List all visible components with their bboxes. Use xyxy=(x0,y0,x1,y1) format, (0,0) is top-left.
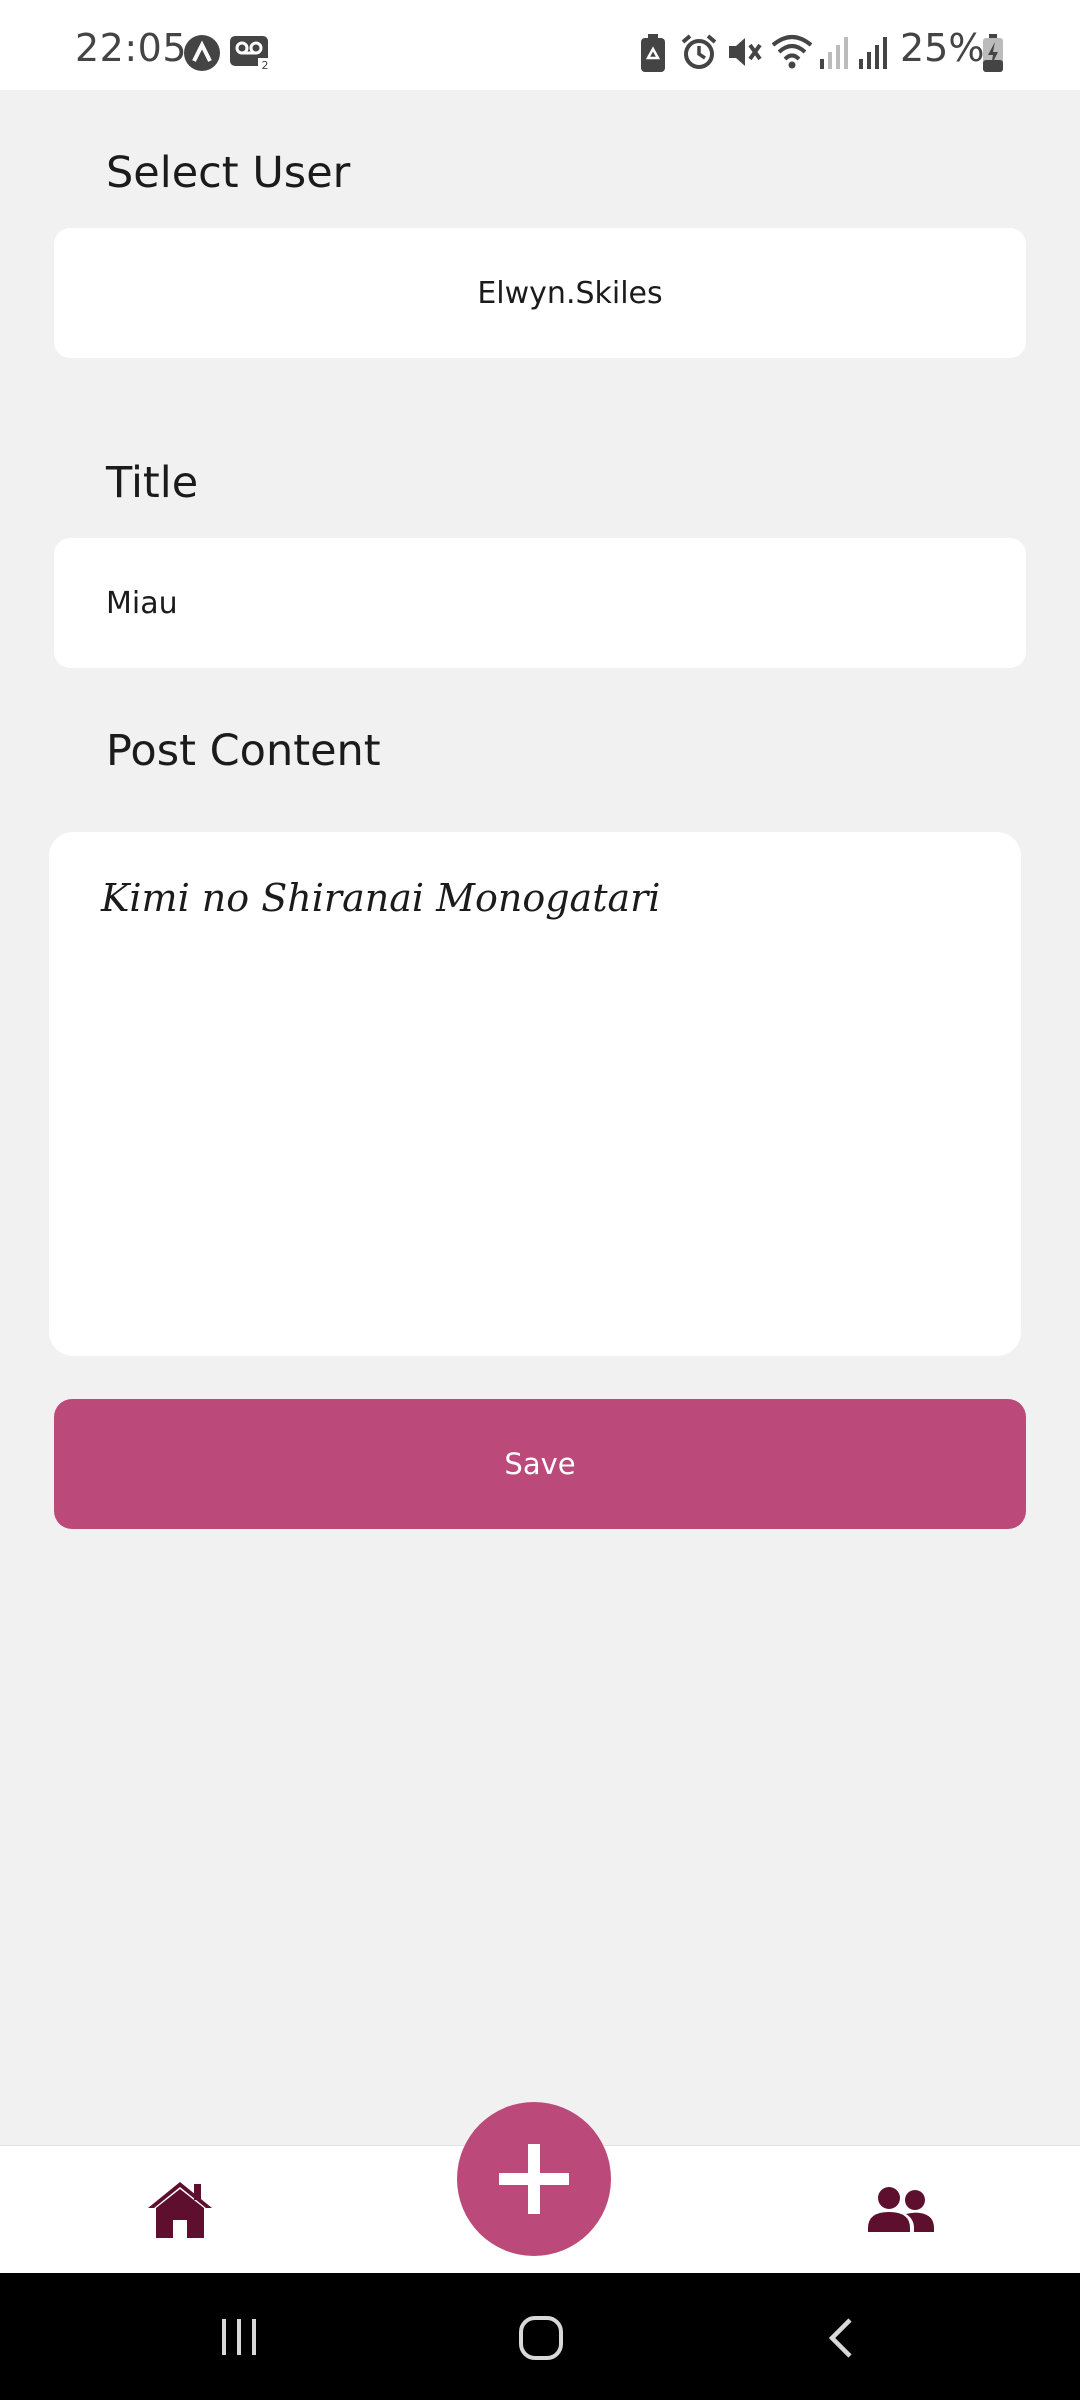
battery-charging-icon xyxy=(983,34,1003,72)
signal-icon xyxy=(820,37,848,69)
users-icon[interactable] xyxy=(866,2184,936,2236)
save-button[interactable]: Save xyxy=(54,1399,1026,1529)
post-content-label: Post Content xyxy=(106,726,381,776)
status-time: 22:05 xyxy=(75,26,188,70)
svg-text:2: 2 xyxy=(262,59,269,70)
user-select[interactable]: Elwyn.Skiles xyxy=(54,228,1026,358)
wifi-icon xyxy=(771,35,813,69)
home-button-icon[interactable] xyxy=(518,2315,564,2361)
alarm-icon xyxy=(681,34,717,69)
battery-percent: 25% xyxy=(900,26,985,70)
assistant-icon xyxy=(184,35,220,71)
select-user-label: Select User xyxy=(106,148,351,198)
home-icon[interactable] xyxy=(146,2178,214,2240)
recycle-icon xyxy=(641,34,665,72)
status-bar: 22:05 2 25% xyxy=(0,0,1080,90)
plus-icon xyxy=(499,2144,569,2214)
recent-apps-icon[interactable] xyxy=(218,2317,260,2357)
signal-icon xyxy=(859,37,887,69)
add-post-button[interactable] xyxy=(457,2102,611,2256)
system-navigation-bar xyxy=(0,2273,1080,2400)
title-label: Title xyxy=(106,458,199,508)
title-input[interactable]: Miau xyxy=(54,538,1026,668)
voicemail-icon: 2 xyxy=(230,36,272,70)
mute-icon xyxy=(729,38,762,66)
post-content-textarea[interactable]: Kimi no Shiranai Monogatari xyxy=(49,832,1021,1356)
back-icon[interactable] xyxy=(826,2317,856,2359)
